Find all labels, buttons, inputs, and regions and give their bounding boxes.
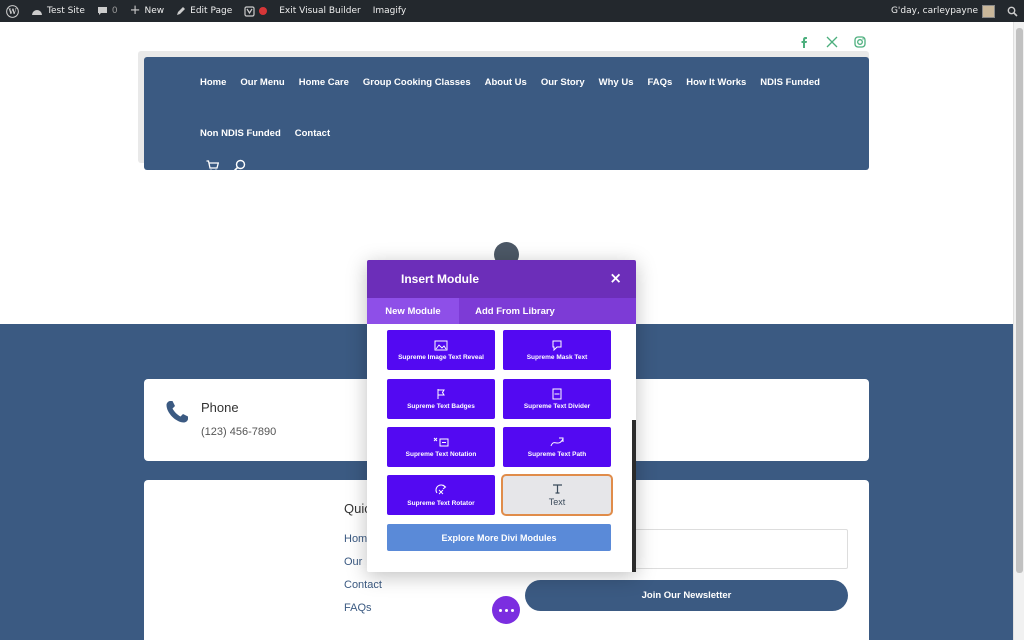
comments-count: 0	[111, 6, 118, 16]
nav-row-secondary: Non NDIS Funded Contact	[200, 128, 330, 139]
nav-icons	[206, 157, 246, 176]
module-label: Supreme Text Rotator	[407, 500, 475, 507]
page-scrollbar[interactable]	[1013, 22, 1024, 640]
module-supreme-text-notation[interactable]: Supreme Text Notation	[387, 427, 495, 467]
path-icon	[550, 437, 564, 447]
facebook-icon[interactable]	[798, 33, 810, 48]
plus-icon: +	[129, 3, 141, 18]
new-content-link[interactable]: + New	[124, 0, 171, 22]
modal-scrollbar[interactable]	[632, 420, 636, 572]
modal-title: Insert Module	[401, 272, 480, 286]
new-label: New	[144, 6, 165, 16]
social-icons	[798, 33, 866, 48]
divider-icon	[552, 388, 562, 400]
module-label: Supreme Text Path	[527, 451, 587, 458]
dot	[510, 608, 514, 612]
join-newsletter-button[interactable]: Join Our Newsletter	[525, 580, 848, 611]
page-settings-button[interactable]	[492, 596, 520, 624]
x-icon[interactable]	[826, 33, 838, 48]
phone-icon	[164, 399, 190, 429]
exit-visual-builder-link[interactable]: Exit Visual Builder	[273, 0, 366, 22]
search-icon	[1007, 6, 1018, 17]
nav-item-home-care[interactable]: Home Care	[299, 77, 349, 88]
account-menu[interactable]: G'day, carleypayne	[885, 0, 1001, 22]
module-supreme-text-rotator[interactable]: Supreme Text Rotator	[387, 475, 495, 515]
module-text[interactable]: Text	[501, 474, 613, 516]
nav-item-faqs[interactable]: FAQs	[647, 77, 672, 88]
module-supreme-mask-text[interactable]: Supreme Mask Text	[503, 330, 611, 370]
edit-page-link[interactable]: Edit Page	[170, 0, 238, 22]
explore-more-modules-button[interactable]: Explore More Divi Modules	[387, 524, 611, 551]
nav-item-our-story[interactable]: Our Story	[541, 77, 585, 88]
nav-item-about-us[interactable]: About Us	[485, 77, 527, 88]
mask-icon	[552, 340, 562, 351]
footer-link-contact[interactable]: Contact	[344, 579, 382, 591]
close-icon[interactable]: ×	[609, 270, 622, 286]
notation-icon	[433, 437, 449, 447]
comments-link[interactable]: 0	[91, 0, 124, 22]
nav-item-non-ndis-funded[interactable]: Non NDIS Funded	[200, 128, 281, 139]
yoast-icon	[244, 5, 255, 17]
exit-visual-builder-label: Exit Visual Builder	[279, 6, 361, 16]
wordpress-logo-icon[interactable]: W	[0, 0, 25, 22]
tab-add-from-library[interactable]: Add From Library	[459, 298, 571, 324]
admin-bar: W Test Site 0 + New Edit Page Exit Visua…	[0, 0, 1024, 22]
module-label: Supreme Text Notation	[405, 451, 477, 458]
module-label: Supreme Mask Text	[526, 354, 588, 361]
image-reveal-icon	[434, 340, 448, 350]
instagram-icon[interactable]	[854, 33, 866, 48]
module-supreme-text-path[interactable]: Supreme Text Path	[503, 427, 611, 467]
site-name-link[interactable]: Test Site	[25, 0, 91, 22]
modal-tabs: New Module Add From Library	[367, 298, 636, 324]
imagify-label: Imagify	[372, 6, 407, 16]
module-label: Supreme Text Badges	[407, 403, 475, 410]
tab-new-module[interactable]: New Module	[367, 298, 459, 324]
yoast-link[interactable]	[238, 0, 273, 22]
greeting-label: G'day, carleypayne	[890, 6, 978, 16]
imagify-link[interactable]: Imagify	[367, 0, 413, 22]
nav-row-primary: Home Our Menu Home Care Group Cooking Cl…	[200, 77, 820, 88]
insert-module-modal: Insert Module × New Module Add From Libr…	[367, 260, 636, 572]
module-list: Supreme Image Text Reveal Supreme Mask T…	[367, 324, 636, 572]
dashboard-icon	[32, 9, 42, 15]
seo-status-dot	[259, 7, 268, 15]
module-label: Supreme Text Divider	[523, 403, 591, 410]
phone-number: (123) 456-7890	[201, 426, 277, 438]
cart-icon[interactable]	[206, 157, 220, 176]
dot	[498, 608, 502, 612]
nav-item-ndis-funded[interactable]: NDIS Funded	[760, 77, 820, 88]
rotator-icon	[435, 484, 447, 495]
edit-page-label: Edit Page	[190, 6, 233, 16]
nav-item-how-it-works[interactable]: How It Works	[686, 77, 746, 88]
scrollbar-thumb[interactable]	[1016, 28, 1023, 573]
dot	[504, 608, 508, 612]
module-supreme-text-divider[interactable]: Supreme Text Divider	[503, 379, 611, 419]
module-label: Text	[548, 497, 566, 507]
nav-item-why-us[interactable]: Why Us	[599, 77, 634, 88]
module-supreme-text-badges[interactable]: Supreme Text Badges	[387, 379, 495, 419]
phone-title: Phone	[201, 400, 239, 415]
nav-item-contact[interactable]: Contact	[295, 128, 330, 139]
admin-search-button[interactable]	[1001, 0, 1024, 22]
footer-link-our-menu[interactable]: Our	[344, 556, 362, 568]
pencil-icon	[177, 7, 186, 15]
nav-item-our-menu[interactable]: Our Menu	[240, 77, 284, 88]
module-label: Supreme Image Text Reveal	[398, 353, 484, 361]
modal-header: Insert Module ×	[367, 260, 636, 298]
comment-bubble-icon	[97, 7, 107, 15]
nav-item-home[interactable]: Home	[200, 77, 226, 88]
avatar	[982, 4, 995, 18]
badge-icon	[437, 389, 445, 399]
svg-text:W: W	[7, 7, 17, 16]
text-icon	[552, 484, 562, 494]
main-navigation: Home Our Menu Home Care Group Cooking Cl…	[144, 57, 869, 172]
search-icon[interactable]	[233, 157, 246, 176]
module-supreme-image-text-reveal[interactable]: Supreme Image Text Reveal	[387, 330, 495, 370]
site-name-label: Test Site	[47, 6, 85, 16]
nav-item-group-cooking-classes[interactable]: Group Cooking Classes	[363, 77, 471, 88]
footer-link-faqs[interactable]: FAQs	[344, 602, 372, 614]
